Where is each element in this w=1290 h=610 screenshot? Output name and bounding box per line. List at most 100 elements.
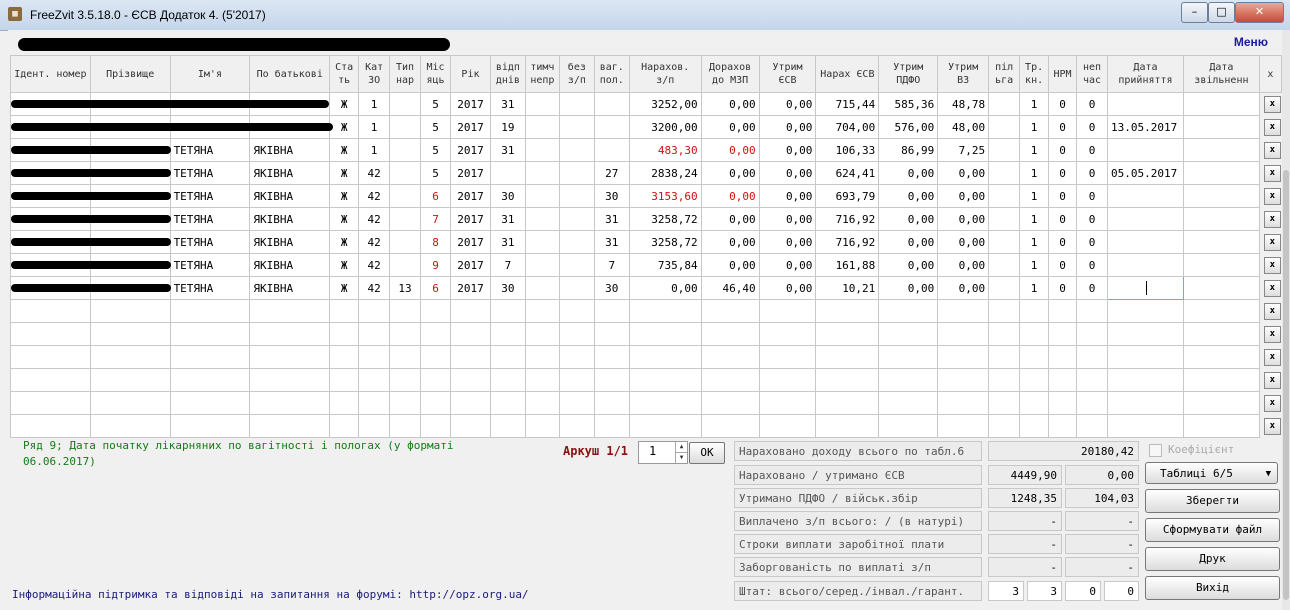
- cell-cat[interactable]: 1: [358, 138, 391, 162]
- cell-dor[interactable]: 0,00: [700, 207, 760, 231]
- cell-pdfo[interactable]: 576,00: [878, 115, 939, 139]
- cell-pdfo[interactable]: 585,36: [878, 92, 939, 116]
- cell-bez[interactable]: [558, 253, 595, 277]
- minimize-button[interactable]: –: [1181, 2, 1208, 23]
- cell-year[interactable]: [449, 345, 491, 369]
- cell-dor[interactable]: 0,00: [700, 230, 760, 254]
- cell-pdfo[interactable]: [878, 322, 939, 346]
- cell-vz[interactable]: [937, 391, 990, 415]
- cell-nar[interactable]: [628, 414, 702, 438]
- cell-utr-esv[interactable]: [758, 368, 817, 392]
- cell-name[interactable]: ТЕТЯНА: [169, 230, 251, 254]
- cell-dor[interactable]: 0,00: [700, 92, 760, 116]
- cell-cat[interactable]: [358, 414, 391, 438]
- cell-month[interactable]: [420, 368, 451, 392]
- cell-patr[interactable]: [249, 322, 331, 346]
- cell-nar-esv[interactable]: 716,92: [815, 207, 880, 231]
- table-row[interactable]: ТЕТЯНА ЯКІВНА Ж 42 7 2017 31 31 3258,72 0,00 0,00 7…: [10, 207, 1282, 231]
- cell-bez[interactable]: [558, 230, 595, 254]
- delete-row-button[interactable]: x: [1263, 394, 1281, 412]
- cell-patr[interactable]: [249, 414, 331, 438]
- cell-nrm[interactable]: [1048, 414, 1078, 438]
- cell-utr-esv[interactable]: 0,00: [758, 115, 817, 139]
- cell-patr[interactable]: ЯКІВНА: [249, 184, 331, 208]
- cell-cat[interactable]: [358, 299, 391, 323]
- table-row[interactable]: ТЕТЯНА ЯКІВНА Ж 42 9 2017 7 7 735,84 0,00 0,00 161,…: [10, 253, 1282, 277]
- cell-vz[interactable]: 0,00: [937, 253, 990, 277]
- cell-nar[interactable]: [628, 322, 702, 346]
- cell-utr-esv[interactable]: 0,00: [758, 207, 817, 231]
- delete-row-button[interactable]: x: [1263, 233, 1281, 251]
- cell-bez[interactable]: [558, 322, 595, 346]
- cell-vag[interactable]: 30: [593, 276, 630, 300]
- cell-vid[interactable]: 19: [489, 115, 526, 139]
- cell-name[interactable]: ТЕТЯНА: [169, 207, 251, 231]
- cell-date-in[interactable]: [1106, 276, 1184, 300]
- cell-nar-esv[interactable]: [815, 391, 880, 415]
- column-header[interactable]: НРМ: [1048, 55, 1078, 93]
- cell-utr-esv[interactable]: 0,00: [758, 230, 817, 254]
- cell-cat[interactable]: [358, 345, 391, 369]
- cell-pilga[interactable]: [988, 115, 1021, 139]
- cell-vid[interactable]: [489, 345, 526, 369]
- cell-trkn[interactable]: [1019, 368, 1050, 392]
- cell-pilga[interactable]: [988, 345, 1021, 369]
- column-header[interactable]: Рік: [449, 55, 491, 93]
- tables-dropdown[interactable]: Таблиці 6/5 ▼: [1145, 462, 1278, 484]
- cell-trkn[interactable]: 1: [1019, 161, 1050, 185]
- cell-utr-esv[interactable]: 0,00: [758, 138, 817, 162]
- cell-vid[interactable]: 31: [489, 92, 526, 116]
- coefficient-checkbox[interactable]: Коефіцієнт: [1149, 443, 1234, 457]
- cell-vz[interactable]: 7,25: [937, 138, 990, 162]
- cell-pilga[interactable]: [988, 207, 1021, 231]
- column-header[interactable]: Прізвище: [89, 55, 171, 93]
- cell-month[interactable]: [420, 391, 451, 415]
- cell-utr-esv[interactable]: [758, 414, 817, 438]
- cell-trkn[interactable]: 1: [1019, 276, 1050, 300]
- spin-down-icon[interactable]: ▼: [675, 452, 687, 463]
- cell-date-in[interactable]: [1106, 414, 1184, 438]
- cell-nrm[interactable]: 0: [1048, 92, 1078, 116]
- cell-tymch[interactable]: [524, 322, 560, 346]
- table-row[interactable]: ТЕТЯНА ЯКІВНА Ж 42 6 2017 30 30 3153,60 0,00 0,00 6…: [10, 184, 1282, 208]
- cell-nrm[interactable]: 0: [1048, 138, 1078, 162]
- cell-vid[interactable]: [489, 414, 526, 438]
- table-row[interactable]: x: [10, 414, 1282, 438]
- cell-nrm[interactable]: [1048, 322, 1078, 346]
- cell-nar-esv[interactable]: [815, 322, 880, 346]
- cell-nar[interactable]: 0,00: [628, 276, 702, 300]
- cell-vz[interactable]: 0,00: [937, 230, 990, 254]
- cell-sex[interactable]: Ж: [329, 92, 360, 116]
- cell-pilga[interactable]: [988, 414, 1021, 438]
- staff-guaranteed[interactable]: 0: [1104, 581, 1139, 601]
- cell-patr[interactable]: ЯКІВНА: [249, 161, 331, 185]
- cell-typ[interactable]: [389, 414, 422, 438]
- cell-month[interactable]: 5: [420, 115, 451, 139]
- delete-row-button[interactable]: x: [1263, 302, 1281, 320]
- cell-date-out[interactable]: [1182, 207, 1260, 231]
- cell-year[interactable]: [449, 299, 491, 323]
- column-header[interactable]: без з/п: [558, 55, 595, 93]
- cell-year[interactable]: 2017: [449, 115, 491, 139]
- cell-tymch[interactable]: [524, 253, 560, 277]
- cell-id[interactable]: [10, 322, 91, 346]
- cell-trkn[interactable]: 1: [1019, 207, 1050, 231]
- cell-dor[interactable]: 0,00: [700, 253, 760, 277]
- cell-nar[interactable]: [628, 299, 702, 323]
- cell-pdfo[interactable]: 0,00: [878, 207, 939, 231]
- scrollbar-thumb[interactable]: [1283, 170, 1289, 600]
- cell-nar-esv[interactable]: [815, 345, 880, 369]
- cell-cat[interactable]: [358, 391, 391, 415]
- cell-surname[interactable]: [89, 345, 171, 369]
- cell-nar[interactable]: 3258,72: [628, 230, 702, 254]
- cell-nar[interactable]: 735,84: [628, 253, 702, 277]
- cell-nar[interactable]: 3258,72: [628, 207, 702, 231]
- cell-nrm[interactable]: [1048, 391, 1078, 415]
- cell-pdfo[interactable]: 0,00: [878, 253, 939, 277]
- cell-date-out[interactable]: [1182, 184, 1260, 208]
- cell-cat[interactable]: 42: [358, 184, 391, 208]
- staff-invalid[interactable]: 0: [1065, 581, 1101, 601]
- cell-utr-esv[interactable]: [758, 391, 817, 415]
- cell-sex[interactable]: [329, 322, 360, 346]
- column-header[interactable]: х: [1258, 55, 1283, 93]
